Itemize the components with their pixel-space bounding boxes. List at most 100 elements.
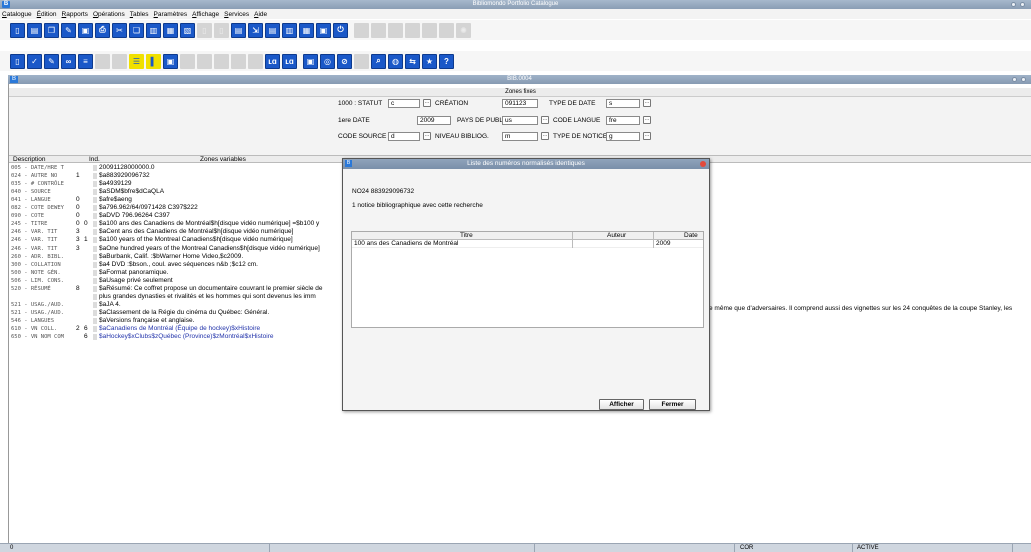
code-source-field[interactable]: d (388, 132, 420, 141)
search-record-icon[interactable]: ⌕ (371, 53, 386, 69)
field-value: plus grandes dynasties et rivalités et l… (99, 292, 316, 300)
resume-overflow-text: e même que d'adversaires. Il comprend au… (709, 305, 1013, 312)
menu-tables[interactable]: Tables (130, 11, 149, 18)
menu-operations[interactable]: Opérations (93, 11, 125, 18)
glasses-icon[interactable]: ∞ (61, 53, 76, 69)
authority-icon[interactable]: ʟɑ (265, 53, 280, 69)
help-icon[interactable]: ? (439, 53, 454, 69)
star-icon[interactable]: ★ (422, 53, 437, 69)
target-icon[interactable]: ◎ (320, 53, 335, 69)
creation-field[interactable]: 091123 (502, 99, 538, 108)
date-column-header: Date (684, 232, 698, 239)
values-column-header: Zones variables (200, 156, 246, 163)
authority-link-icon[interactable]: ʟɑ (282, 53, 297, 69)
minimize-icon[interactable] (1011, 2, 1016, 7)
indicator-1: 8 (76, 284, 80, 292)
app-title: Bibliomondo Portfolio Catalogue (472, 1, 559, 7)
menu-services[interactable]: Services (224, 11, 249, 18)
document-icon[interactable]: ▦ (163, 22, 178, 38)
description-column-header: Description (13, 156, 46, 163)
indicator-separator (93, 317, 97, 324)
disabled-tool-icon (95, 53, 110, 69)
copy-record-icon[interactable]: ❐ (44, 22, 59, 38)
disabled-tool-icon (354, 22, 369, 38)
ind-column-header: Ind. (89, 156, 100, 163)
paste-icon[interactable]: ▥ (146, 22, 161, 38)
edit-record-icon[interactable]: ✎ (61, 22, 76, 38)
field-value: $afre$aeng (99, 196, 132, 204)
indicator-separator (93, 181, 97, 188)
code-langue-lookup-button[interactable]: … (643, 116, 651, 124)
cut-icon[interactable]: ✂ (112, 22, 127, 38)
code-langue-field[interactable]: fre (606, 116, 640, 125)
disabled-tool-icon (112, 53, 127, 69)
type-notice-field[interactable]: g (606, 132, 640, 141)
fixed-fields-panel: 1000 : STATUT c … CRÉATION 091123 TYPE D… (9, 97, 1031, 155)
table-row[interactable]: 100 ans des Canadiens de Montréal 2009 (352, 240, 703, 248)
menu-lines-icon[interactable]: ≡ (78, 53, 93, 69)
indicator-separator (93, 293, 97, 300)
dialog-close-icon[interactable] (700, 161, 706, 167)
split-icon[interactable]: ▦ (299, 22, 314, 38)
menu-edition[interactable]: Édition (37, 11, 57, 18)
indicator-separator (93, 237, 97, 244)
floppy-icon[interactable]: ▣ (303, 53, 318, 69)
new-record-icon[interactable]: ▯ (10, 22, 25, 38)
disabled-tool-icon: ▯ (214, 22, 229, 38)
fermer-button[interactable]: Fermer (649, 399, 696, 410)
statut-field[interactable]: c (388, 99, 420, 108)
results-table-header: Titre Auteur Date (352, 232, 703, 240)
record-yellow-icon[interactable]: ▌ (146, 53, 161, 69)
indicator-separator (93, 229, 97, 236)
record-close-icon[interactable] (1021, 77, 1026, 82)
field-value: $a4939129 (99, 180, 132, 188)
record-minimize-icon[interactable] (1012, 77, 1017, 82)
menu-catalogue[interactable]: Catalogue (2, 11, 32, 18)
pencil-icon[interactable]: ✎ (44, 53, 59, 69)
save-icon[interactable]: ▣ (78, 22, 93, 38)
export-icon[interactable]: ⇲ (248, 22, 263, 38)
transfer-icon[interactable]: ⇆ (405, 53, 420, 69)
menu-parametres[interactable]: Paramètres (154, 11, 188, 18)
field-description: 024 - AUTRE NO (11, 173, 58, 180)
indicator-separator (93, 334, 97, 341)
field-list-icon[interactable]: ☰ (129, 53, 144, 69)
list-icon[interactable]: ▤ (265, 22, 280, 38)
open-record-icon[interactable]: ▤ (27, 22, 42, 38)
validate-icon[interactable]: ✓ (27, 53, 42, 69)
type-date-field[interactable]: s (606, 99, 640, 108)
duplicate-icon[interactable]: ▥ (282, 22, 297, 38)
field-value: $aVersions française et anglaise. (99, 316, 195, 324)
menu-aide[interactable]: Aide (254, 11, 267, 18)
indicator-separator (93, 269, 97, 276)
niveau-bibliog-field[interactable]: m (502, 132, 538, 141)
code-source-lookup-button[interactable]: … (423, 132, 431, 140)
record-details-icon[interactable]: ▣ (316, 22, 331, 38)
statut-lookup-button[interactable]: … (423, 99, 431, 107)
afficher-button[interactable]: Afficher (599, 399, 644, 410)
pays-publ-field[interactable]: us (502, 116, 538, 125)
copy-icon[interactable]: ❏ (129, 22, 144, 38)
print-icon[interactable]: ⎙ (95, 22, 110, 38)
menu-affichage[interactable]: Affichage (192, 11, 219, 18)
close-icon[interactable] (1020, 2, 1025, 7)
save-record-icon[interactable]: ▣ (163, 53, 178, 69)
type-date-lookup-button[interactable]: … (643, 99, 651, 107)
field-value: $aOne hundred years of the Montreal Cana… (99, 244, 320, 252)
globe-icon[interactable]: ◍ (388, 53, 403, 69)
cancel-icon[interactable]: ⊘ (337, 53, 352, 69)
fixed-fields-header: Zones fixes (9, 88, 1031, 97)
power-icon[interactable]: ⏻ (333, 22, 348, 38)
disabled-tool-icon (180, 53, 195, 69)
link-record-icon[interactable]: ▤ (231, 22, 246, 38)
niveau-bibliog-lookup-button[interactable]: … (541, 132, 549, 140)
menu-rapports[interactable]: Rapports (62, 11, 88, 18)
dialog-titlebar: B Liste des numéros normalisés identique… (343, 159, 709, 169)
indicator-1: 3 (76, 244, 80, 252)
premiere-date-field[interactable]: 2009 (417, 116, 451, 125)
page-icon[interactable]: ▧ (180, 22, 195, 38)
pays-publ-lookup-button[interactable]: … (541, 116, 549, 124)
type-notice-lookup-button[interactable]: … (643, 132, 651, 140)
field-description: 650 - VN NOM COM (11, 334, 64, 341)
record-b-icon[interactable]: ▯ (10, 53, 25, 69)
